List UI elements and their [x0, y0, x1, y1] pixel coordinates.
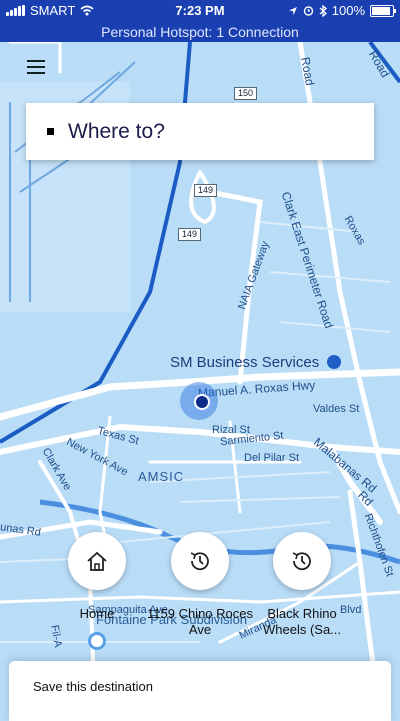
save-destination-sheet[interactable]: Save this destination: [9, 661, 391, 721]
shortcut-label: 1159 Chino Roces Ave: [147, 606, 253, 637]
shortcut-label: Home: [79, 606, 115, 621]
destination-square-icon: [47, 128, 54, 135]
history-clock-icon[interactable]: [171, 532, 229, 590]
history-clock-icon[interactable]: [273, 532, 331, 590]
shortcut-home[interactable]: Home: [42, 532, 152, 622]
poi-label[interactable]: SM Business Services: [170, 354, 342, 371]
shopping-bag-icon: [327, 355, 342, 369]
hamburger-menu-icon[interactable]: [27, 60, 45, 78]
home-icon[interactable]: [68, 532, 126, 590]
route-shield: 149: [178, 228, 202, 241]
district-label: AMSIC: [138, 469, 185, 484]
bluetooth-icon: [319, 4, 327, 17]
shortcut-label: Black Rhino Wheels (Sa...: [262, 606, 342, 637]
street-label: Del Pilar St: [244, 452, 300, 464]
route-shield: 149: [194, 184, 218, 197]
battery-percent: 100%: [331, 3, 365, 18]
status-bar: SMART 7:23 PM 100%: [0, 0, 400, 22]
alarm-icon: [303, 6, 313, 16]
route-shield: 150: [234, 87, 258, 100]
hotspot-banner[interactable]: Personal Hotspot: 1 Connection: [0, 22, 400, 42]
battery-icon: [370, 4, 396, 17]
location-arrow-icon: [288, 6, 297, 15]
search-label: Where to?: [68, 119, 165, 143]
map-pin-icon: [88, 632, 106, 650]
save-destination-label: Save this destination: [33, 679, 153, 694]
shortcut-recent-2[interactable]: Black Rhino Wheels (Sa...: [247, 532, 357, 638]
shortcut-recent-1[interactable]: 1159 Chino Roces Ave: [145, 532, 255, 638]
search-bar[interactable]: Where to?: [26, 103, 374, 160]
street-label: Valdes St: [313, 403, 360, 415]
current-location-icon: [194, 394, 210, 410]
